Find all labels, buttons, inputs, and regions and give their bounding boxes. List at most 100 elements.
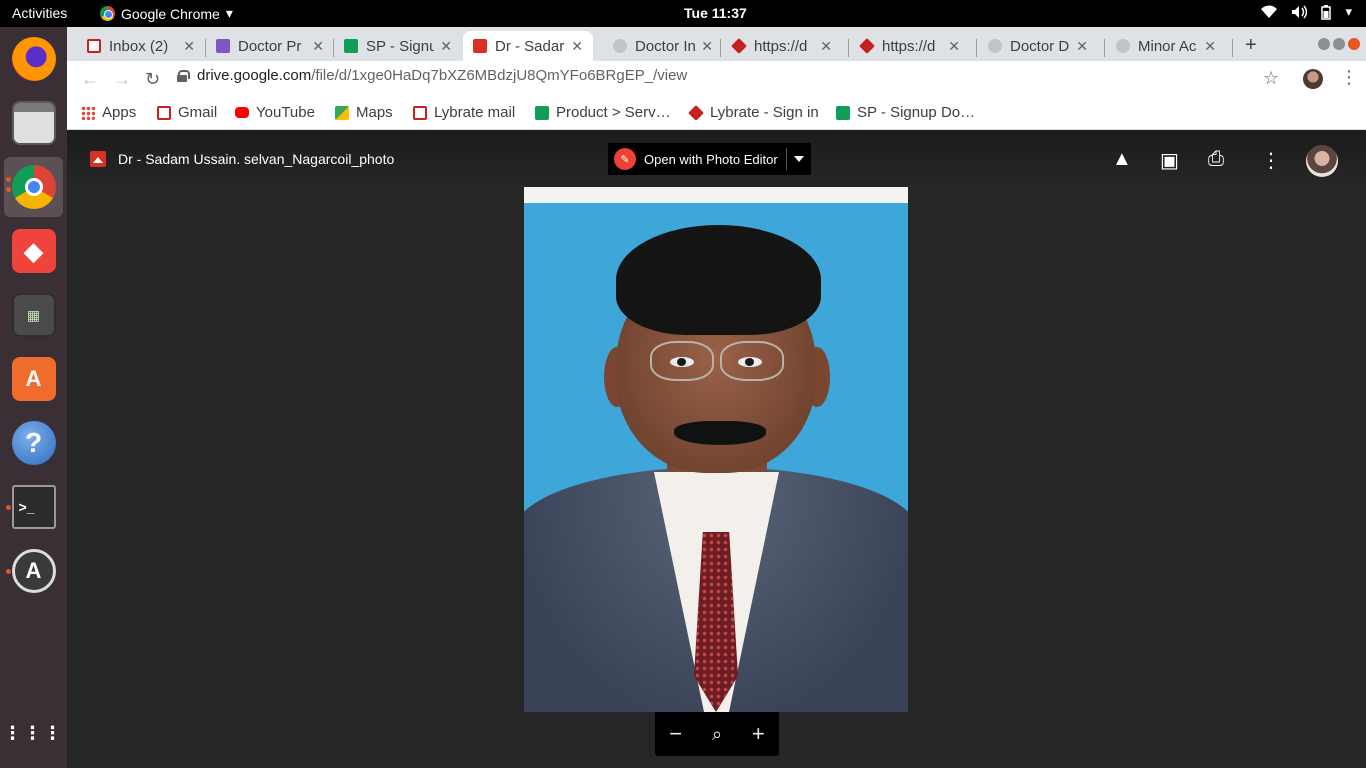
profile-avatar[interactable] — [1303, 69, 1323, 89]
close-icon[interactable]: ✕ — [820, 38, 832, 55]
close-icon[interactable]: ✕ — [948, 38, 960, 55]
bookmark-label: Product > Serv… — [556, 104, 671, 121]
zoom-reset-icon[interactable]: ⌕ — [702, 724, 732, 745]
more-options-icon[interactable]: ⋮ — [1261, 148, 1281, 173]
dock-item-terminal[interactable]: >_ — [4, 477, 63, 537]
dock-item-firefox[interactable] — [4, 29, 63, 89]
close-icon[interactable]: ✕ — [440, 38, 452, 55]
lybrate-icon — [688, 104, 704, 121]
chrome-center-icon — [24, 178, 43, 196]
dock-item-files[interactable] — [4, 93, 63, 153]
lock-icon[interactable] — [177, 69, 190, 82]
anydesk-icon: ◆ — [11, 229, 56, 273]
bookmarks-bar: Apps Gmail YouTube Maps Lybrate mail Pro… — [67, 97, 1366, 130]
bookmark-sp-signup[interactable]: SP - Signup Do… — [836, 104, 975, 121]
add-to-drive-icon[interactable]: ▲ — [1112, 148, 1132, 171]
dock-item-anydesk[interactable]: ◆ — [4, 221, 63, 281]
maps-icon — [335, 105, 349, 120]
tab-active[interactable]: Dr - Sadar ✕ — [463, 31, 593, 61]
window-controls — [1318, 38, 1360, 50]
viewer-header: Dr - Sadam Ussain. selvan_Nagarcoil_phot… — [67, 131, 1366, 187]
app-menu[interactable]: Google Chrome ▾ — [100, 5, 233, 22]
bookmark-lybrate-mail[interactable]: Lybrate mail — [413, 104, 515, 121]
system-tray[interactable]: ▾ — [1261, 4, 1352, 20]
zoom-in-icon[interactable]: + — [743, 721, 773, 747]
help-icon: ? — [11, 421, 56, 465]
minimize-button[interactable] — [1318, 38, 1330, 50]
dock-item-software-updater[interactable]: A — [4, 541, 63, 601]
dock-item-calculator[interactable]: ▦ — [4, 285, 63, 345]
account-avatar[interactable] — [1306, 145, 1338, 177]
bookmark-product-services[interactable]: Product > Serv… — [535, 104, 671, 121]
close-icon[interactable]: ✕ — [183, 38, 195, 55]
bookmark-label: Gmail — [178, 104, 218, 121]
clock[interactable]: Tue 11:37 — [684, 5, 747, 21]
tab[interactable]: SP - Signu ✕ — [324, 31, 462, 61]
tab[interactable]: Doctor In ✕ — [593, 31, 723, 61]
maximize-button[interactable] — [1333, 38, 1345, 50]
close-icon[interactable]: ✕ — [312, 38, 324, 55]
loading-icon — [613, 39, 627, 53]
close-icon[interactable]: ✕ — [1204, 38, 1216, 55]
tab[interactable]: Minor Ac ✕ — [1096, 31, 1226, 61]
close-icon[interactable]: ✕ — [571, 38, 583, 55]
tab[interactable]: Doctor D ✕ — [968, 31, 1098, 61]
gmail-icon — [413, 105, 427, 120]
address-bar[interactable]: drive.google.com/file/d/1xge0HaDq7bXZ6MB… — [177, 67, 687, 84]
bookmark-label: Lybrate mail — [434, 104, 516, 121]
chevron-down-icon: ▾ — [225, 5, 233, 21]
tab-title: Doctor In — [635, 37, 696, 55]
bookmark-star-icon[interactable]: ☆ — [1263, 68, 1279, 89]
open-with-main[interactable]: ✎ Open with Photo Editor — [608, 143, 786, 175]
url-host: drive.google.com — [197, 67, 312, 84]
running-indicator — [6, 187, 11, 192]
zoom-controls: − ⌕ + — [655, 712, 779, 756]
close-icon[interactable]: ✕ — [1076, 38, 1088, 55]
loading-icon — [1116, 39, 1130, 53]
chrome-icon — [100, 6, 115, 21]
chevron-down-icon: ▾ — [1345, 4, 1352, 19]
chrome-menu-icon[interactable]: ⋮ — [1340, 67, 1358, 88]
running-indicator — [6, 569, 11, 574]
drive-file-viewer: Dr - Sadam Ussain. selvan_Nagarcoil_phot… — [67, 131, 1366, 768]
running-indicator — [6, 505, 11, 510]
zoom-out-icon[interactable]: − — [661, 721, 691, 747]
chevron-down-icon[interactable] — [787, 156, 811, 162]
image-file-icon — [90, 151, 106, 167]
tab[interactable]: Doctor Pr ✕ — [196, 31, 334, 61]
software-center-icon: A — [11, 357, 56, 401]
lybrate-icon — [731, 38, 747, 54]
bookmark-youtube[interactable]: YouTube — [235, 104, 315, 121]
open-with-button[interactable]: ✎ Open with Photo Editor — [608, 143, 811, 175]
new-tab-button[interactable]: + — [1245, 34, 1257, 57]
dock-item-software-center[interactable]: A — [4, 349, 63, 409]
url-path: /file/d/1xge0HaDq7bXZ6MBdzjU8QmYFo6BRgEP… — [311, 67, 688, 84]
calculator-icon: ▦ — [11, 293, 56, 337]
activities-button[interactable]: Activities — [12, 5, 67, 21]
dock-item-help[interactable]: ? — [4, 413, 63, 473]
dock-item-chrome[interactable] — [4, 157, 63, 217]
add-comment-icon[interactable]: ▣ — [1160, 148, 1179, 173]
tab-title: https://d — [882, 37, 936, 55]
sheets-icon — [535, 105, 549, 120]
bookmark-gmail[interactable]: Gmail — [157, 104, 217, 121]
close-window-button[interactable] — [1348, 38, 1360, 50]
bookmark-apps[interactable]: Apps — [81, 104, 136, 121]
tab-title: https://d — [754, 37, 808, 55]
bookmark-maps[interactable]: Maps — [335, 104, 393, 121]
tab[interactable]: https://d ✕ — [712, 31, 842, 61]
print-icon[interactable]: ⎙ — [1208, 148, 1224, 171]
tab[interactable]: https://d ✕ — [840, 31, 970, 61]
photo-glasses-lens — [650, 341, 714, 381]
bookmark-lybrate-sign-in[interactable]: Lybrate - Sign in — [688, 104, 819, 121]
sheets-icon — [836, 105, 850, 120]
back-button[interactable]: ← — [81, 69, 99, 90]
bookmark-label: Maps — [356, 104, 393, 121]
chrome-icon — [11, 165, 56, 209]
forward-button[interactable]: → — [113, 69, 131, 90]
bookmark-label: YouTube — [256, 104, 315, 121]
dock-item-show-applications[interactable]: ⋮⋮⋮ — [4, 703, 63, 763]
reload-button[interactable]: ↻ — [145, 69, 160, 90]
tab[interactable]: Inbox (2) ✕ — [67, 31, 205, 61]
volume-icon — [1292, 5, 1308, 19]
